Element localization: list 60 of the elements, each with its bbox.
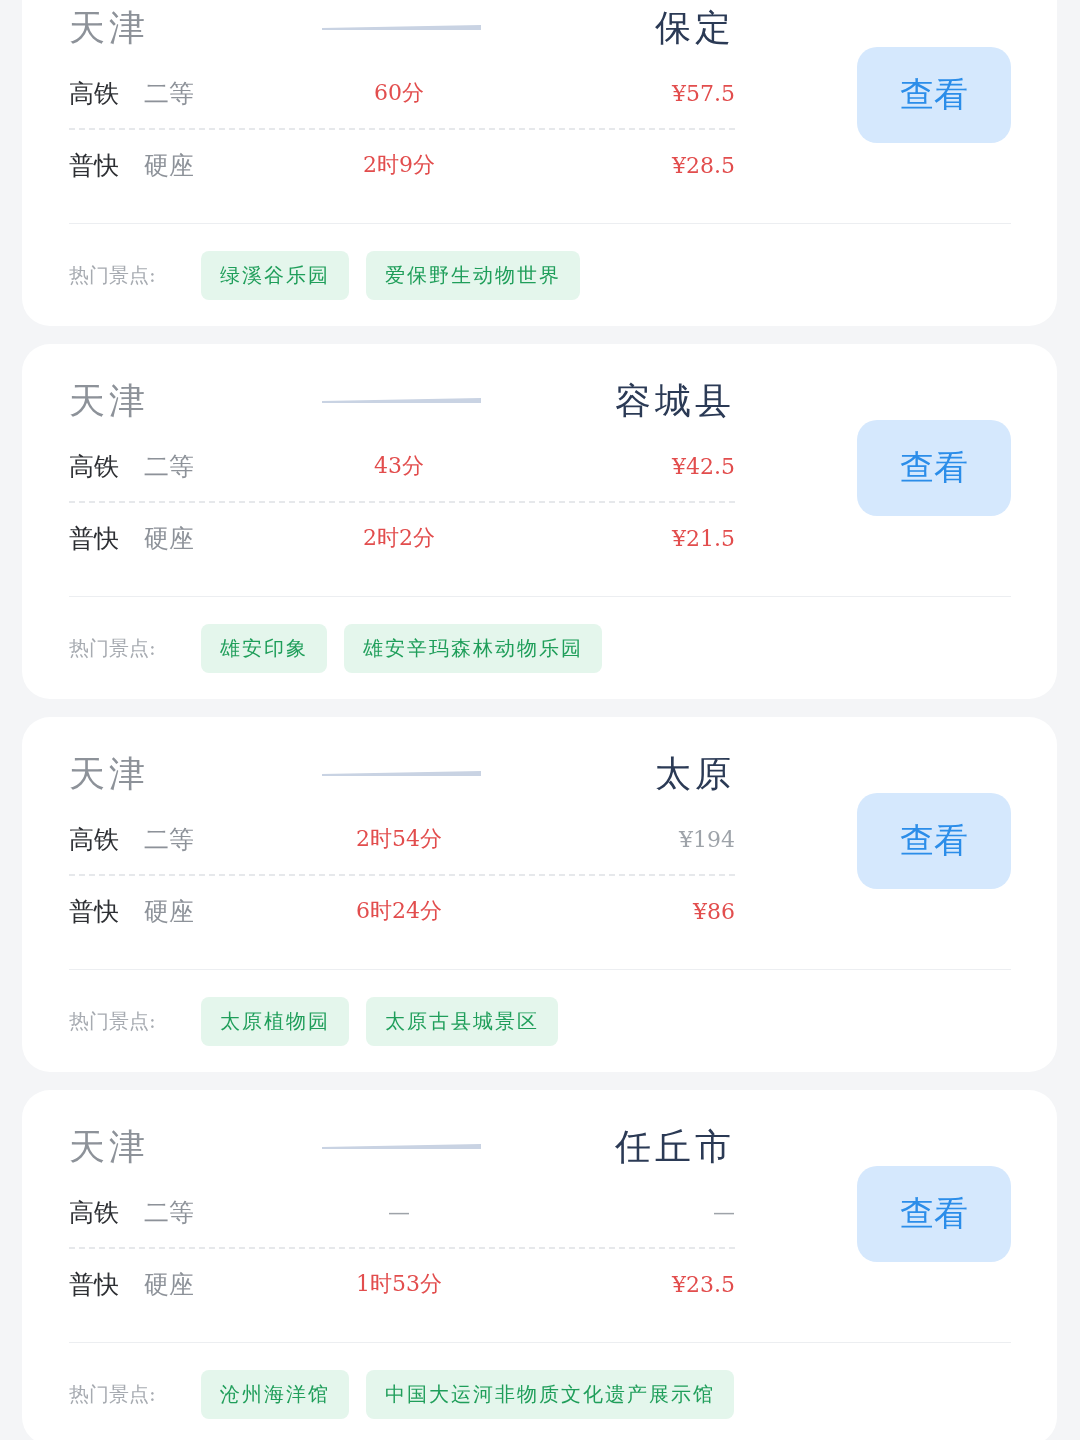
seat-class: 二等 [144,1196,195,1229]
seat-class: 二等 [144,450,195,483]
destination-city: 任丘市 [614,1124,735,1169]
view-button[interactable]: 查看 [857,420,1011,516]
arrow-icon [322,24,482,32]
ticket-price: ¥28.5 [670,152,735,178]
attraction-tag[interactable]: 太原植物园 [201,996,349,1046]
view-button[interactable]: 查看 [857,47,1011,143]
seat-class: 硬座 [144,1268,195,1301]
attraction-tag[interactable]: 雄安辛玛森林动物乐园 [344,623,602,673]
view-button[interactable]: 查看 [857,793,1011,889]
spots-label: 热门景点: [69,1380,157,1408]
travel-time: 60分 [373,79,425,107]
attraction-tag[interactable]: 沧州海洋馆 [201,1369,349,1419]
seat-class: 硬座 [144,895,195,928]
origin-city: 天津 [69,5,150,50]
train-type: 高铁 [69,450,120,483]
ticket-price: ¥42.5 [670,453,735,479]
attraction-tag[interactable]: 雄安印象 [201,623,327,673]
ticket-price: ¥21.5 [670,525,735,551]
travel-time: 43分 [373,452,425,480]
seat-class: 二等 [144,823,195,856]
arrow-icon [322,397,482,405]
destination-city: 太原 [654,751,735,796]
seat-class: 硬座 [144,149,195,182]
spots-label: 热门景点: [69,634,157,662]
seat-class: 硬座 [144,522,195,555]
train-type: 高铁 [69,1196,120,1229]
ticket-price: ¥57.5 [670,80,735,106]
attraction-tag[interactable]: 爱保野生动物世界 [366,250,580,300]
origin-city: 天津 [69,751,150,796]
train-type: 普快 [69,895,120,928]
ticket-price: ¥86 [691,898,735,924]
origin-city: 天津 [69,1124,150,1169]
attraction-tag[interactable]: 绿溪谷乐园 [201,250,349,300]
train-type: 普快 [69,1268,120,1301]
ticket-price: ¥194 [677,826,735,852]
travel-time: 1时53分 [355,1270,443,1298]
travel-time: — [387,1199,411,1225]
destination-city: 保定 [654,5,735,50]
view-button[interactable]: 查看 [857,1166,1011,1262]
travel-time: 6时24分 [355,897,443,925]
arrow-icon [322,770,482,778]
travel-time: 2时9分 [362,151,436,179]
train-type: 普快 [69,149,120,182]
train-type: 普快 [69,522,120,555]
travel-time: 2时2分 [362,524,436,552]
travel-time: 2时54分 [355,825,443,853]
seat-class: 二等 [144,77,195,110]
attraction-tag[interactable]: 中国大运河非物质文化遗产展示馆 [366,1369,734,1419]
spots-label: 热门景点: [69,1007,157,1035]
destination-city: 容城县 [614,378,735,423]
attraction-tag[interactable]: 太原古县城景区 [366,996,558,1046]
ticket-price: ¥23.5 [670,1271,735,1297]
ticket-price: — [712,1199,735,1225]
train-type: 高铁 [69,77,120,110]
origin-city: 天津 [69,378,150,423]
train-type: 高铁 [69,823,120,856]
arrow-icon [322,1143,482,1151]
spots-label: 热门景点: [69,261,157,289]
